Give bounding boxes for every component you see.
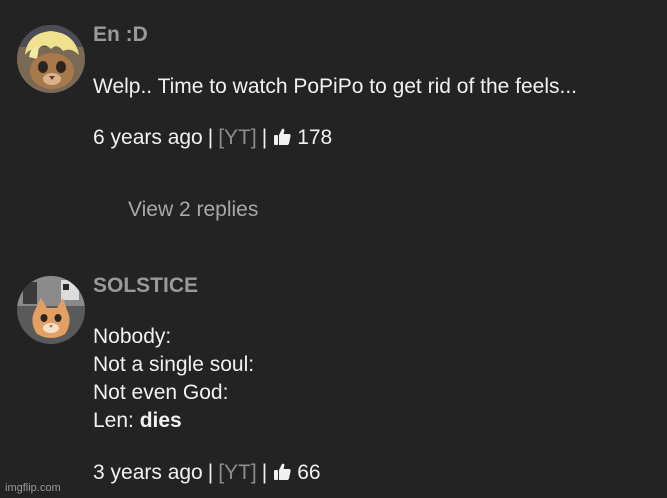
comment-timestamp: 3 years ago: [93, 461, 203, 484]
separator: |: [207, 126, 214, 149]
source-tag: [YT]: [218, 126, 257, 149]
comment-text-prefix: Len:: [93, 409, 140, 432]
watermark: imgflip.com: [5, 482, 61, 494]
source-tag: [YT]: [218, 461, 257, 484]
like-count: 178: [297, 126, 333, 149]
comment-text-line: Not even God:: [93, 381, 229, 404]
view-replies-button[interactable]: View 2 replies: [128, 198, 258, 222]
comment-text-line: Nobody:: [93, 325, 172, 348]
separator: |: [207, 461, 214, 484]
comment-text-bold: dies: [139, 409, 182, 432]
comment-author[interactable]: En :D: [93, 23, 148, 47]
avatar[interactable]: [17, 25, 85, 93]
separator: |: [261, 461, 268, 484]
comment-text-line: Len: dies: [93, 409, 182, 433]
thumbs-up-icon[interactable]: [272, 127, 292, 147]
avatar[interactable]: [17, 276, 85, 344]
thumbs-up-icon[interactable]: [272, 462, 292, 482]
comment-meta: 3 years ago | [YT] | 66: [93, 461, 321, 485]
separator: |: [261, 126, 268, 149]
like-count: 66: [297, 461, 321, 484]
comment-author[interactable]: SOLSTICE: [93, 274, 198, 298]
comment-text-line: Not a single soul:: [93, 353, 255, 376]
comment-timestamp: 6 years ago: [93, 126, 203, 149]
comment-text: Welp.. Time to watch PoPiPo to get rid o…: [93, 75, 578, 98]
comment-meta: 6 years ago | [YT] | 178: [93, 126, 332, 150]
